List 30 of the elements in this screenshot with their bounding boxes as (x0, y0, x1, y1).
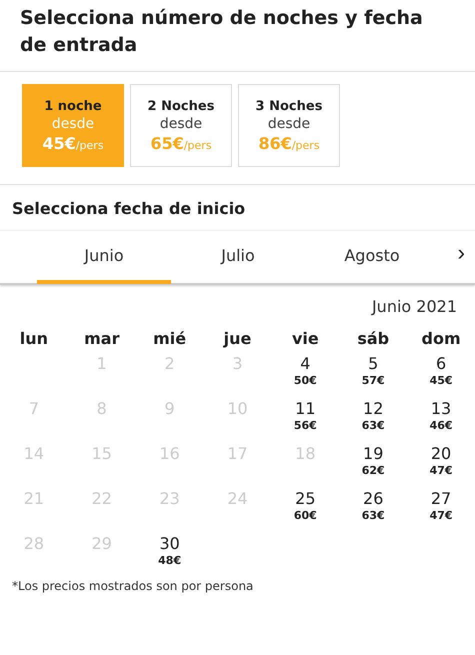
month-tab[interactable]: Junio (37, 231, 171, 284)
month-label: Junio 2021 (370, 296, 458, 316)
weekday-label: sáb (356, 328, 390, 350)
calendar-day[interactable]: 30 48€ (136, 534, 204, 579)
footnote: *Los precios mostrados son por persona (11, 579, 254, 593)
calendar-day[interactable]: 27 47€ (407, 489, 475, 534)
weekday-label: vie (290, 328, 320, 350)
calendar-day[interactable]: 5 57€ (339, 354, 408, 399)
month-tab[interactable]: Julio (171, 231, 305, 284)
weekday-label: mié (152, 328, 188, 350)
weekday-label: mar (83, 328, 120, 350)
calendar-day[interactable]: 4 50€ (271, 354, 340, 399)
month-tab[interactable]: Agosto (305, 231, 439, 284)
calendar-day[interactable]: 25 60€ (271, 489, 340, 534)
page-title: Selecciona número de noches y fecha de entrada (19, 6, 424, 58)
calendar-day[interactable]: 13 46€ (407, 399, 475, 444)
calendar-day[interactable]: 12 63€ (339, 399, 408, 444)
calendar-day[interactable]: 6 45€ (407, 354, 475, 399)
night-option-card[interactable]: 3 Noches desde 86€/pers (238, 84, 340, 167)
section-title: Selecciona fecha de inicio (11, 198, 246, 220)
weekday-label: jue (222, 328, 252, 350)
calendar-day[interactable]: 19 62€ (339, 444, 408, 489)
next-month-button[interactable]: › (454, 231, 469, 283)
weekday-label: lun (18, 328, 50, 350)
calendar-day[interactable]: 11 56€ (271, 399, 340, 444)
calendar-day[interactable]: 20 47€ (407, 444, 475, 489)
night-option-card[interactable]: 2 Noches desde 65€/pers (130, 84, 232, 167)
weekday-label: dom (420, 328, 462, 350)
night-option-card[interactable]: 1 noche desde 45€/pers (22, 84, 124, 167)
calendar-day[interactable]: 26 63€ (339, 489, 408, 534)
